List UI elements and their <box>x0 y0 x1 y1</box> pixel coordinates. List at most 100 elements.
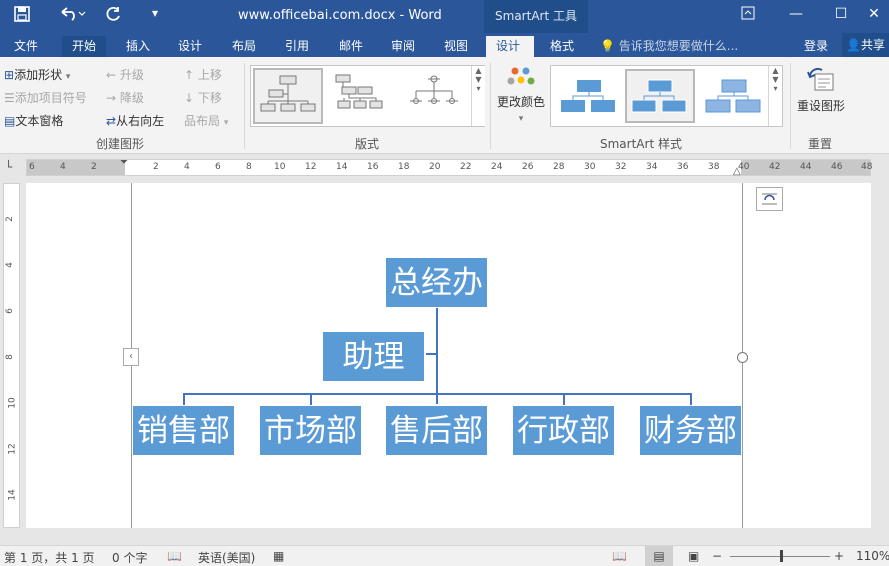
right-to-left-button[interactable]: ⇄从右向左 <box>106 112 164 129</box>
redo-icon[interactable] <box>106 6 122 26</box>
node-department[interactable]: 销售部 <box>132 405 235 456</box>
share-label: 共享 <box>860 38 885 52</box>
zoom-level[interactable]: 110% <box>856 549 889 563</box>
login-button[interactable]: 登录 <box>804 36 828 57</box>
node-general-office[interactable]: 总经办 <box>385 257 488 308</box>
save-icon[interactable] <box>14 6 30 26</box>
ruler-tick: 22 <box>460 162 472 172</box>
group-label-reset: 重置 <box>808 137 833 151</box>
page-count[interactable]: 第 1 页，共 1 页 <box>4 549 95 566</box>
text-pane-label: 文本窗格 <box>15 114 64 128</box>
node-department[interactable]: 财务部 <box>639 405 742 456</box>
person-icon: 👤 <box>846 38 861 52</box>
style-thumb-2[interactable] <box>625 69 695 123</box>
add-bullet-icon: ☰ <box>4 91 15 105</box>
maximize-icon[interactable]: ☐ <box>830 6 852 26</box>
ribbon-display-icon[interactable] <box>737 6 759 26</box>
minimize-icon[interactable]: — <box>785 6 807 26</box>
node-assistant[interactable]: 助理 <box>322 331 425 382</box>
text-pane-toggle-icon[interactable]: ‹ <box>123 348 139 366</box>
layout-button[interactable]: 品布局 ▾ <box>184 112 228 129</box>
ruler-tick: 8 <box>4 354 15 360</box>
tab-home[interactable]: 开始 <box>62 36 107 57</box>
layout-thumb-2[interactable] <box>327 68 397 124</box>
reset-graphic-button[interactable]: 重设图形 <box>796 66 846 114</box>
chevron-down-icon: ▾ <box>223 118 229 128</box>
lightbulb-icon: 💡 <box>600 39 615 53</box>
group-label-layouts: 版式 <box>355 137 380 151</box>
arrow-right-icon: → <box>106 91 117 105</box>
layout-options-icon[interactable] <box>756 187 783 211</box>
document-page[interactable]: ‹ 总经办 助理 销售部 市场部 售后部 行政部 财务部 <box>26 183 871 528</box>
ruler-tick: 6 <box>4 308 15 314</box>
layout-thumb-1[interactable] <box>253 68 323 124</box>
tab-view[interactable]: 视图 <box>434 36 478 57</box>
gallery-scrollbar[interactable]: ▲ ▼ ▾ <box>471 66 485 126</box>
ruler-tick: 20 <box>429 162 441 172</box>
promote-button[interactable]: ← 升级 <box>106 66 144 83</box>
macro-icon[interactable]: ▦ <box>273 549 284 563</box>
tab-insert[interactable]: 插入 <box>116 36 160 57</box>
right-to-left-label: 从右向左 <box>116 114 165 128</box>
ruler-tick: 12 <box>7 443 18 455</box>
tab-stop-selector[interactable]: └ <box>5 160 12 174</box>
print-layout-icon[interactable]: ▤ <box>645 546 673 566</box>
node-department[interactable]: 市场部 <box>259 405 362 456</box>
tab-file[interactable]: 文件 <box>4 36 48 57</box>
ruler-tick: 44 <box>800 162 812 172</box>
ruler-tick: 10 <box>7 397 18 409</box>
tell-me-search[interactable]: 💡 告诉我您想要做什么... <box>600 36 738 57</box>
language[interactable]: 英语(美国) <box>198 549 255 566</box>
gallery-scrollbar[interactable]: ▲ ▼ ▾ <box>768 66 782 126</box>
indent-marker-icon[interactable]: ⏷ <box>120 157 128 168</box>
ruler-tick: 18 <box>398 162 410 172</box>
tab-smartart-format[interactable]: 格式 <box>540 36 584 57</box>
zoom-slider-thumb[interactable] <box>780 550 783 562</box>
ruler-tick: 38 <box>708 162 720 172</box>
ruler-tick: 16 <box>367 162 379 172</box>
ruler-tick: 30 <box>584 162 596 172</box>
undo-icon[interactable] <box>58 6 86 26</box>
group-separator <box>790 63 791 149</box>
resize-handle[interactable] <box>737 352 748 363</box>
ruler-tick: 10 <box>274 162 286 172</box>
tab-smartart-design[interactable]: 设计 <box>486 36 534 57</box>
node-department[interactable]: 售后部 <box>385 405 488 456</box>
layout-thumb-3[interactable] <box>401 68 469 124</box>
text-pane-button[interactable]: ▤文本窗格 <box>4 112 63 129</box>
right-indent-marker-icon[interactable]: △ <box>733 166 741 177</box>
tab-layout[interactable]: 布局 <box>222 36 266 57</box>
move-down-button[interactable]: ↓ 下移 <box>184 89 222 106</box>
add-shape-button[interactable]: ⊞添加形状 ▾ <box>4 66 70 83</box>
tab-design[interactable]: 设计 <box>168 36 212 57</box>
word-count[interactable]: 0 个字 <box>112 549 147 566</box>
zoom-out-button[interactable]: − <box>712 549 722 563</box>
move-up-label: 上移 <box>197 68 222 82</box>
node-department[interactable]: 行政部 <box>512 405 615 456</box>
styles-gallery: ▲ ▼ ▾ <box>550 65 783 127</box>
tab-mailings[interactable]: 邮件 <box>329 36 373 57</box>
ruler-tick: 28 <box>553 162 565 172</box>
ruler-tick: 2 <box>91 162 97 172</box>
zoom-in-button[interactable]: + <box>834 549 844 563</box>
layout-icon: 品 <box>184 114 197 128</box>
tab-references[interactable]: 引用 <box>275 36 319 57</box>
move-up-button[interactable]: ↑ 上移 <box>184 66 222 83</box>
customize-icon[interactable]: ▾ <box>152 6 158 20</box>
horizontal-ruler[interactable]: 6 4 2 2 4 6 8 10 12 14 16 18 20 22 24 26… <box>26 157 872 177</box>
close-icon[interactable]: ✕ <box>863 6 885 26</box>
style-thumb-3[interactable] <box>699 69 767 123</box>
add-bullet-button[interactable]: ☰添加项目符号 <box>4 89 87 106</box>
reset-graphic-label: 重设图形 <box>796 99 845 113</box>
color-palette-icon <box>506 67 536 93</box>
arrow-up-icon: ↑ <box>184 68 195 82</box>
share-button[interactable]: 👤共享 <box>842 33 889 57</box>
tab-review[interactable]: 审阅 <box>381 36 425 57</box>
read-mode-icon[interactable]: 📖 <box>612 549 627 563</box>
proofing-icon[interactable]: 📖 <box>167 549 182 563</box>
web-layout-icon[interactable]: ▣ <box>688 549 699 563</box>
demote-button[interactable]: → 降级 <box>106 89 144 106</box>
style-thumb-1[interactable] <box>554 69 622 123</box>
vertical-ruler[interactable]: 2 4 6 8 10 12 14 <box>3 183 20 528</box>
change-colors-button[interactable]: 更改颜色 ▾ <box>495 66 547 124</box>
